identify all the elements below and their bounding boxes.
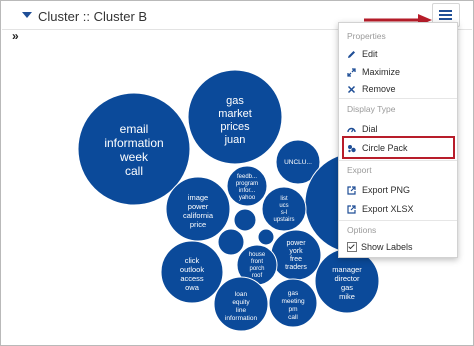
export-icon bbox=[347, 185, 356, 195]
menu-item-show-labels-label: Show Labels bbox=[361, 242, 413, 252]
menu-item-remove[interactable]: Remove bbox=[347, 84, 396, 94]
menu-item-export-xlsx-label: Export XLSX bbox=[362, 204, 414, 214]
menu-section-display-type: Display Type bbox=[347, 104, 396, 114]
menu-item-export-xlsx[interactable]: Export XLSX bbox=[347, 204, 414, 214]
bubble-label-unclustered: UNCLU... bbox=[284, 159, 312, 166]
menu-section-properties: Properties bbox=[347, 31, 386, 41]
bubble-label-feedback: feedb... program infor... yahoo bbox=[236, 174, 258, 201]
menu-item-circle-pack[interactable]: Circle Pack bbox=[347, 143, 408, 153]
bubble-click-outlook[interactable]: click outlook access owa bbox=[160, 240, 224, 304]
bubble-power-york[interactable]: power york free traders bbox=[270, 229, 322, 281]
menu-divider bbox=[339, 160, 457, 161]
bubble-loan[interactable]: loan equity line information bbox=[213, 276, 269, 332]
bubble-list[interactable]: list ucs s-l upstairs bbox=[261, 186, 307, 232]
bubble-gas-market[interactable]: gas market prices juan bbox=[187, 69, 283, 165]
menu-item-maximize-label: Maximize bbox=[362, 67, 401, 77]
menu-item-dial-label: Dial bbox=[362, 124, 378, 134]
menu-item-show-labels[interactable]: Show Labels bbox=[347, 242, 413, 252]
export-icon bbox=[347, 204, 356, 214]
bubble-gas-meeting[interactable]: gas meeting pm call bbox=[268, 278, 318, 328]
bubble-manager[interactable]: manager director gas mike bbox=[314, 248, 380, 314]
maximize-icon bbox=[347, 67, 356, 77]
bubble-small-c[interactable] bbox=[257, 228, 275, 246]
bubble-small-a[interactable] bbox=[233, 208, 257, 232]
pencil-icon bbox=[348, 50, 355, 58]
menu-item-circle-pack-label: Circle Pack bbox=[362, 143, 408, 153]
menu-section-options: Options bbox=[347, 225, 377, 235]
menu-item-edit-label: Edit bbox=[362, 49, 378, 59]
menu-item-export-png-label: Export PNG bbox=[362, 185, 411, 195]
context-menu: Properties Edit Maximize Remove Display … bbox=[338, 22, 458, 258]
menu-divider bbox=[339, 98, 457, 99]
hamburger-icon bbox=[439, 10, 452, 12]
menu-item-edit[interactable]: Edit bbox=[347, 49, 378, 59]
bubble-image-power[interactable]: image power california price bbox=[165, 176, 231, 242]
menu-item-remove-label: Remove bbox=[362, 84, 396, 94]
dial-icon bbox=[347, 127, 356, 132]
menu-item-maximize[interactable]: Maximize bbox=[347, 67, 400, 77]
menu-item-dial[interactable]: Dial bbox=[347, 124, 378, 134]
menu-divider bbox=[339, 220, 457, 221]
close-icon bbox=[347, 85, 356, 93]
bubble-small-b[interactable] bbox=[217, 228, 245, 256]
menu-item-export-png[interactable]: Export PNG bbox=[347, 185, 410, 195]
circle-pack-icon bbox=[348, 144, 356, 152]
show-labels-checkbox[interactable] bbox=[347, 242, 357, 252]
bubble-feedback[interactable]: feedb... program infor... yahoo bbox=[226, 165, 268, 207]
menu-section-export: Export bbox=[347, 165, 372, 175]
